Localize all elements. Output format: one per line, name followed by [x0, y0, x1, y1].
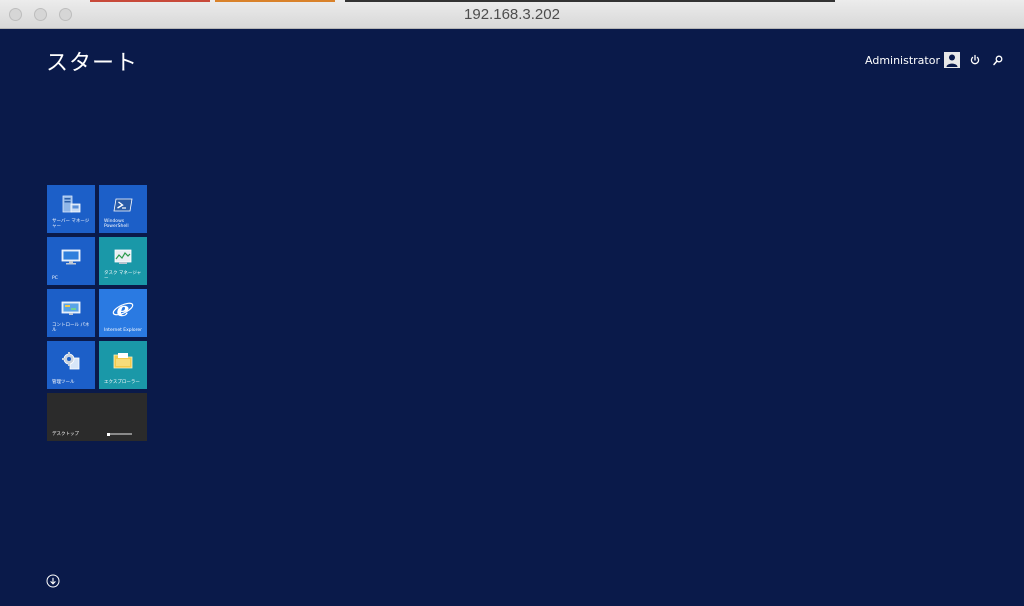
control-panel-icon [61, 301, 81, 315]
tile-explorer[interactable]: エクスプローラー [99, 341, 147, 389]
title-bar-accent-strip [215, 0, 335, 2]
window-title: 192.168.3.202 [464, 6, 560, 23]
start-screen: スタート Administrator サーバー マネージャー Windows P… [0, 29, 1024, 606]
tile-label: PC [52, 276, 58, 281]
tile-label: エクスプローラー [104, 380, 140, 385]
down-arrow-icon[interactable] [46, 574, 60, 588]
internet-explorer-icon: e [112, 297, 134, 321]
tile-desktop[interactable]: デスクトップ [47, 393, 147, 441]
tile-label: タスク マネージャー [104, 271, 142, 281]
title-bar-accent-strip [90, 0, 210, 2]
tile-control-panel[interactable]: コントロール パネル [47, 289, 95, 337]
tile-windows-powershell[interactable]: Windows PowerShell [99, 185, 147, 233]
tile-server-manager[interactable]: サーバー マネージャー [47, 185, 95, 233]
remote-desktop-window: 192.168.3.202 スタート Administrator サーバー マネ… [0, 0, 1024, 606]
tile-label: Windows PowerShell [104, 219, 129, 229]
server-manager-icon [62, 195, 81, 213]
computer-icon [61, 249, 81, 265]
tile-task-manager[interactable]: タスク マネージャー [99, 237, 147, 285]
title-bar-accent-strip [345, 0, 835, 2]
title-bar: 192.168.3.202 [0, 0, 1024, 29]
avatar [944, 52, 960, 68]
tile-label: コントロール パネル [52, 323, 90, 333]
tile-label: Internet Explorer [104, 328, 143, 333]
admin-tools-icon [62, 352, 80, 370]
user-icon [946, 54, 958, 67]
search-icon[interactable] [992, 54, 1004, 66]
page-title: スタート [46, 51, 139, 76]
user-account[interactable]: Administrator [865, 52, 960, 68]
tile-label: デスクトップ [52, 432, 79, 437]
svg-text:e: e [117, 297, 130, 321]
user-name: Administrator [865, 53, 940, 67]
powershell-icon [113, 198, 133, 212]
tile-admin-tools[interactable]: 管理ツール [47, 341, 95, 389]
tile-internet-explorer[interactable]: e Internet Explorer [99, 289, 147, 337]
tile-label: 管理ツール [52, 380, 75, 385]
task-manager-icon [114, 249, 132, 264]
power-icon[interactable] [969, 54, 981, 66]
tile-label: サーバー マネージャー [52, 219, 90, 229]
tile-pc[interactable]: PC [47, 237, 95, 285]
folder-icon [113, 353, 133, 369]
